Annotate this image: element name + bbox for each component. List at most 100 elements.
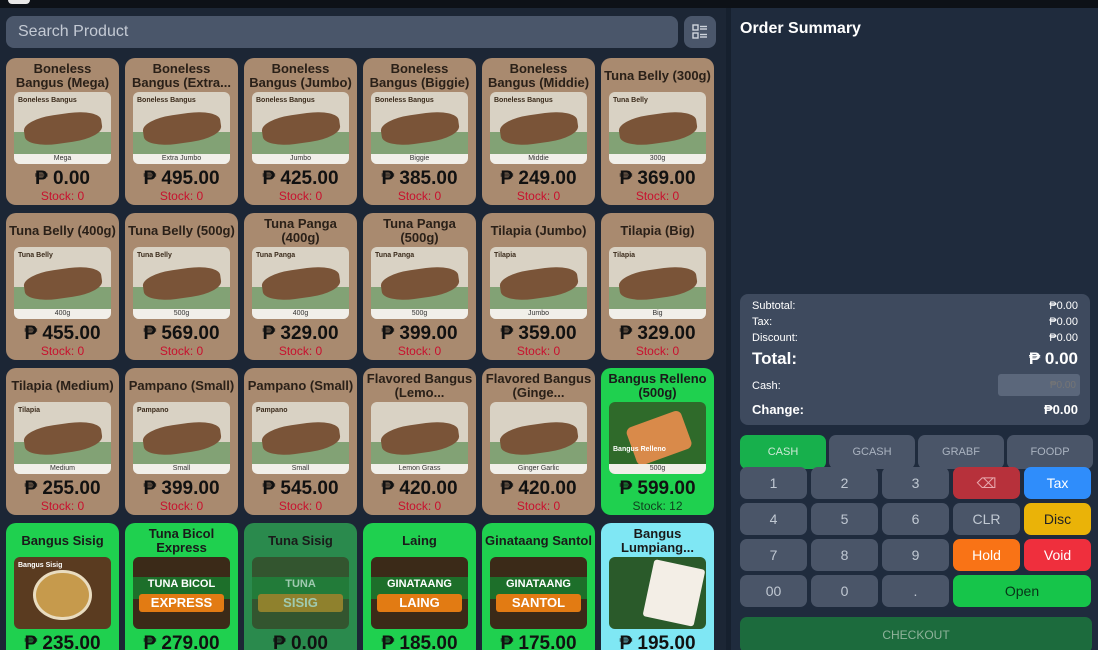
tax-button[interactable]: Tax bbox=[1024, 467, 1091, 499]
key-7[interactable]: 7 bbox=[740, 539, 807, 571]
hold-button[interactable]: Hold bbox=[953, 539, 1020, 571]
key-8[interactable]: 8 bbox=[811, 539, 878, 571]
product-card[interactable]: Boneless Bangus (Biggie) Boneless Bangus B… bbox=[363, 58, 476, 205]
backspace-button[interactable]: ⌫ bbox=[953, 467, 1020, 499]
product-stock: Stock: 0 bbox=[278, 189, 323, 203]
pay-grabf-button[interactable]: GRABF bbox=[918, 435, 1004, 469]
key-2[interactable]: 2 bbox=[811, 467, 878, 499]
key-9[interactable]: 9 bbox=[882, 539, 949, 571]
change-label: Change: bbox=[752, 402, 804, 417]
product-name: Tuna Panga (500g) bbox=[383, 216, 456, 245]
key-0[interactable]: 0 bbox=[811, 575, 878, 607]
product-image: Boneless Bangus Jumbo bbox=[252, 92, 349, 164]
product-price: ₱ 495.00 bbox=[143, 168, 220, 189]
product-price: ₱ 0.00 bbox=[273, 633, 328, 650]
image-caption: SISIG bbox=[257, 594, 344, 612]
product-image: Boneless Bangus Biggie bbox=[371, 92, 468, 164]
search-input[interactable] bbox=[6, 16, 678, 48]
product-image: Bangus Relleno 500g bbox=[609, 402, 706, 474]
product-card[interactable]: Laing GINATAANG LAING ₱ 185.00 bbox=[363, 523, 476, 650]
product-card[interactable]: Boneless Bangus (Mega) Boneless Bangus Meg… bbox=[6, 58, 119, 205]
product-card[interactable]: Tuna Sisig TUNA SISIG ₱ 0.00 bbox=[244, 523, 357, 650]
product-card[interactable]: Flavored Bangus (Ginge... Ginger Garlic ₱ … bbox=[482, 368, 595, 515]
product-image: Boneless Bangus Extra Jumbo bbox=[133, 92, 230, 164]
product-price: ₱ 195.00 bbox=[619, 633, 696, 650]
key-00[interactable]: 00 bbox=[740, 575, 807, 607]
image-caption: Ginger Garlic bbox=[490, 464, 587, 474]
subtotal-label: Subtotal: bbox=[752, 300, 796, 312]
image-label: Tilapia bbox=[18, 407, 41, 414]
key-5[interactable]: 5 bbox=[811, 503, 878, 535]
discount-button[interactable]: Disc bbox=[1024, 503, 1091, 535]
product-card[interactable]: Pampano (Small) Pampano Small ₱ 399.00 Stock… bbox=[125, 368, 238, 515]
product-card[interactable]: Pampano (Small) Pampano Small ₱ 545.00 Stock… bbox=[244, 368, 357, 515]
product-name: Flavored Bangus (Lemo... bbox=[366, 371, 473, 400]
product-image: Boneless Bangus Mega bbox=[14, 92, 111, 164]
product-card[interactable]: Flavored Bangus (Lemo... Lemon Grass ₱ 420… bbox=[363, 368, 476, 515]
product-card[interactable]: Tilapia (Jumbo) Tilapia Jumbo ₱ 359.00 Stock… bbox=[482, 213, 595, 360]
image-caption: 500g bbox=[609, 464, 706, 474]
cash-input[interactable] bbox=[998, 374, 1080, 396]
image-caption: Biggie bbox=[371, 154, 468, 164]
order-summary-panel: Order Summary Subtotal: ₱0.00 Tax: ₱0.00 D… bbox=[731, 8, 1098, 650]
key-dot[interactable]: . bbox=[882, 575, 949, 607]
tax-label: Tax: bbox=[752, 316, 773, 328]
product-card[interactable]: Bangus Lumpiang... ₱ 195.00 bbox=[601, 523, 714, 650]
product-card[interactable]: Tuna Panga (400g) Tuna Panga 400g ₱ 329.00 S… bbox=[244, 213, 357, 360]
product-stock: Stock: 0 bbox=[516, 344, 561, 358]
image-label: Boneless Bangus bbox=[18, 97, 77, 104]
open-drawer-button[interactable]: Open bbox=[953, 575, 1091, 607]
product-card[interactable]: Boneless Bangus (Extra... Boneless Bangus… bbox=[125, 58, 238, 205]
product-card[interactable]: Tuna Belly (300g) Tuna Belly 300g ₱ 369.00 S… bbox=[601, 58, 714, 205]
product-card[interactable]: Boneless Bangus (Jumbo) Boneless Bangus Ju… bbox=[244, 58, 357, 205]
grid-view-button[interactable] bbox=[684, 16, 716, 48]
image-caption: 500g bbox=[133, 309, 230, 319]
product-card[interactable]: Boneless Bangus (Middie) Boneless Bangus M… bbox=[482, 58, 595, 205]
product-name: Laing bbox=[402, 533, 437, 548]
key-1[interactable]: 1 bbox=[740, 467, 807, 499]
product-stock: Stock: 0 bbox=[397, 499, 442, 513]
pay-gcash-button[interactable]: GCASH bbox=[829, 435, 915, 469]
product-image: Tuna Belly 500g bbox=[133, 247, 230, 319]
pay-cash-button[interactable]: CASH bbox=[740, 435, 826, 469]
product-name: Tuna Bicol Express bbox=[148, 526, 215, 555]
product-price: ₱ 185.00 bbox=[381, 633, 458, 650]
product-stock: Stock: 12 bbox=[632, 499, 683, 513]
product-card[interactable]: Tilapia (Big) Tilapia Big ₱ 329.00 Stock: 0 bbox=[601, 213, 714, 360]
product-price: ₱ 420.00 bbox=[500, 478, 577, 499]
product-image: Tuna Panga 400g bbox=[252, 247, 349, 319]
product-card[interactable]: Tuna Belly (500g) Tuna Belly 500g ₱ 569.00 S… bbox=[125, 213, 238, 360]
product-price: ₱ 399.00 bbox=[381, 323, 458, 344]
key-4[interactable]: 4 bbox=[740, 503, 807, 535]
product-stock: Stock: 0 bbox=[278, 344, 323, 358]
void-button[interactable]: Void bbox=[1024, 539, 1091, 571]
pay-foodp-button[interactable]: FOODP bbox=[1007, 435, 1093, 469]
cash-label: Cash: bbox=[752, 380, 781, 392]
image-caption: Extra Jumbo bbox=[133, 154, 230, 164]
checkout-button[interactable]: CHECKOUT bbox=[740, 617, 1092, 650]
product-card[interactable]: Tuna Bicol Express TUNA BICOL EXPRESS ₱ 279… bbox=[125, 523, 238, 650]
product-card[interactable]: Ginataang Santol GINATAANG SANTOL ₱ 175.00 bbox=[482, 523, 595, 650]
image-label: Tuna Panga bbox=[375, 252, 415, 259]
product-price: ₱ 235.00 bbox=[24, 633, 101, 650]
product-price: ₱ 279.00 bbox=[143, 633, 220, 650]
image-label: Pampano bbox=[137, 407, 169, 414]
product-name: Pampano (Small) bbox=[128, 378, 235, 393]
product-name: Bangus Relleno (500g) bbox=[608, 371, 707, 400]
product-price: ₱ 359.00 bbox=[500, 323, 577, 344]
product-card[interactable]: Tilapia (Medium) Tilapia Medium ₱ 255.00 Sto… bbox=[6, 368, 119, 515]
clear-button[interactable]: CLR bbox=[953, 503, 1020, 535]
key-3[interactable]: 3 bbox=[882, 467, 949, 499]
product-name: Tilapia (Big) bbox=[620, 223, 695, 238]
product-price: ₱ 420.00 bbox=[381, 478, 458, 499]
product-stock: Stock: 0 bbox=[278, 499, 323, 513]
product-card[interactable]: Bangus Sisig Bangus Sisig ₱ 235.00 bbox=[6, 523, 119, 650]
top-bar bbox=[0, 0, 1098, 8]
key-6[interactable]: 6 bbox=[882, 503, 949, 535]
image-label: Tuna Belly bbox=[137, 252, 172, 259]
product-card[interactable]: Tuna Panga (500g) Tuna Panga 500g ₱ 399.00 S… bbox=[363, 213, 476, 360]
product-card[interactable]: Tuna Belly (400g) Tuna Belly 400g ₱ 455.00 S… bbox=[6, 213, 119, 360]
change-value: ₱0.00 bbox=[1044, 402, 1078, 417]
product-card[interactable]: Bangus Relleno (500g) Bangus Relleno 500g ₱… bbox=[601, 368, 714, 515]
image-caption: LAING bbox=[376, 594, 463, 612]
